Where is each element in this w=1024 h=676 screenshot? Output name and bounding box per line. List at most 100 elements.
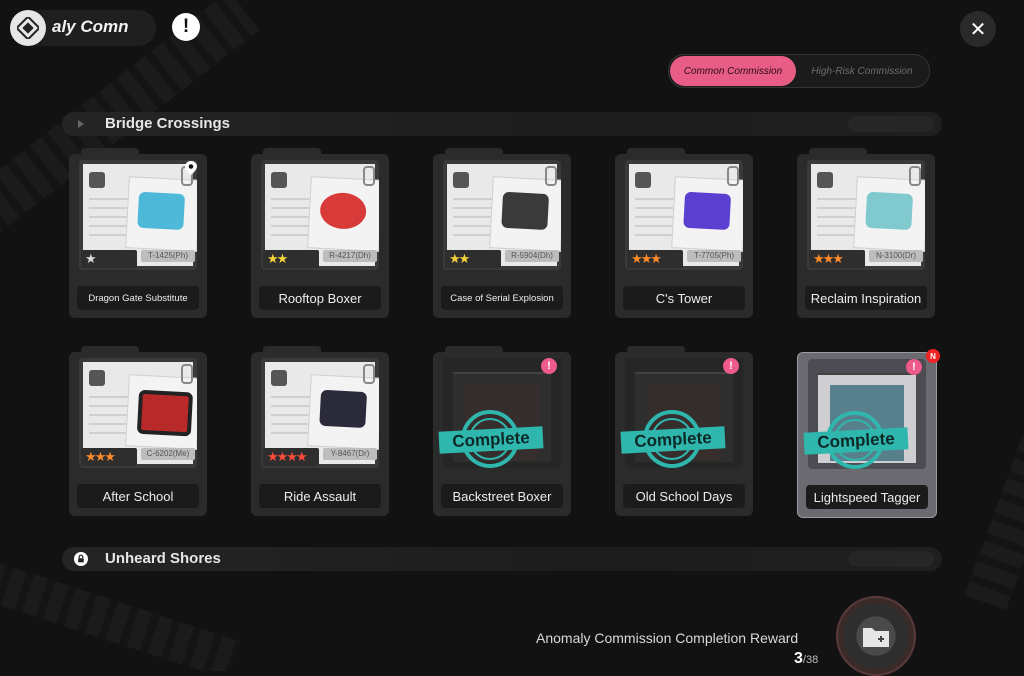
difficulty-stars: ★★★	[81, 448, 137, 466]
text-lines	[817, 198, 857, 238]
photo-subject	[319, 191, 368, 231]
emblem-icon	[271, 370, 287, 386]
folder: Y-8467(Dr) ★★★★	[261, 358, 379, 468]
emblem-icon	[635, 172, 651, 188]
card-title: Reclaim Inspiration	[805, 286, 927, 310]
photo-subject	[501, 191, 550, 231]
complete-stamp-text: Complete	[438, 426, 544, 454]
commission-card-complete[interactable]: Complete ! N Lightspeed Tagger	[797, 349, 940, 518]
film-strip-decoration	[964, 294, 1024, 610]
complete-stamp: Complete	[620, 410, 726, 478]
emblem-icon	[817, 172, 833, 188]
reward-label: Anomaly Commission Completion Reward	[536, 630, 799, 646]
case-code: C-6202(Me)	[141, 448, 195, 460]
folder-tab	[809, 148, 867, 158]
case-photo	[853, 176, 925, 252]
location-pin-icon	[183, 160, 199, 176]
case-photo	[307, 374, 379, 450]
alert-badge-icon: !	[906, 359, 922, 375]
commission-card[interactable]: N-3100(Dr) ★★★ Reclaim Inspiration	[797, 148, 935, 318]
top-bar: aly Comn ! ✕	[0, 0, 1024, 60]
tab-common-commission[interactable]: Common Commission	[670, 56, 796, 86]
difficulty-stars: ★★★★	[263, 448, 319, 466]
commission-card[interactable]: T-7705(Ph) ★★★ C's Tower	[615, 148, 753, 318]
folder-tab	[627, 346, 685, 356]
progress-total: /38	[802, 654, 819, 666]
folder: T-7705(Ph) ★★★	[625, 160, 743, 270]
text-lines	[453, 198, 493, 238]
card-title: After School	[77, 484, 199, 508]
folder-tab	[263, 148, 321, 158]
commission-card[interactable]: T-1425(Ph) ★ Dragon Gate Substitute	[69, 148, 207, 318]
emblem-icon	[89, 172, 105, 188]
paperclip-icon	[181, 364, 193, 384]
folder: T-1425(Ph) ★	[79, 160, 197, 270]
section-header[interactable]: Bridge Crossings	[62, 112, 942, 136]
emblem-icon	[453, 172, 469, 188]
complete-stamp: Complete	[438, 410, 544, 478]
folder-tab	[81, 346, 139, 356]
case-code: R-4217(Dh)	[323, 250, 377, 262]
case-photo	[307, 176, 379, 252]
case-code: T-7705(Ph)	[687, 250, 741, 262]
commission-card[interactable]: Y-8467(Dr) ★★★★ Ride Assault	[251, 346, 389, 516]
close-button[interactable]: ✕	[960, 11, 996, 47]
section-title: Bridge Crossings	[105, 115, 231, 132]
commission-card-complete[interactable]: Complete ! Old School Days	[615, 346, 753, 516]
card-title: Rooftop Boxer	[259, 286, 381, 310]
text-lines	[89, 396, 129, 436]
complete-stamp-text: Complete	[803, 427, 909, 455]
folder-tab	[627, 148, 685, 158]
folder: R-5904(Dh) ★★	[443, 160, 561, 270]
paperclip-icon	[363, 364, 375, 384]
difficulty-stars: ★★★	[809, 250, 865, 268]
case-code: T-1425(Ph)	[141, 250, 195, 262]
difficulty-stars: ★★	[263, 250, 319, 268]
photo-subject	[683, 191, 732, 231]
emblem-icon	[271, 172, 287, 188]
photo-subject	[137, 191, 186, 231]
triangle-right-icon	[74, 117, 88, 131]
photo-subject	[136, 389, 194, 437]
alert-icon[interactable]: !	[172, 13, 200, 41]
commission-card[interactable]: C-6202(Me) ★★★ After School	[69, 346, 207, 516]
section-title: Unheard Shores	[105, 550, 221, 567]
logo-icon	[10, 10, 46, 46]
section-header[interactable]: Unheard Shores	[62, 547, 942, 571]
paperclip-icon	[909, 166, 921, 186]
reward-button[interactable]	[836, 596, 916, 676]
card-title: Backstreet Boxer	[441, 484, 563, 508]
tab-high-risk-commission[interactable]: High-Risk Commission	[799, 56, 925, 86]
difficulty-stars: ★★	[445, 250, 501, 268]
new-badge: N	[926, 349, 940, 363]
page-title: aly Comn	[52, 17, 129, 36]
case-photo	[489, 176, 561, 252]
commission-card[interactable]: R-4217(Dh) ★★ Rooftop Boxer	[251, 148, 389, 318]
text-lines	[271, 396, 311, 436]
alert-badge-icon: !	[541, 358, 557, 374]
section-locations-tag	[848, 551, 934, 567]
card-title: Lightspeed Tagger	[806, 485, 928, 509]
photo-subject	[319, 389, 368, 429]
case-code: R-5904(Dh)	[505, 250, 559, 262]
card-title: Dragon Gate Substitute	[77, 286, 199, 310]
case-photo	[671, 176, 743, 252]
commission-card-complete[interactable]: Complete ! Backstreet Boxer	[433, 346, 571, 516]
section-locations-tag	[848, 116, 934, 132]
progress-done: 3	[794, 650, 803, 667]
text-lines	[89, 198, 129, 238]
folder-plus-icon	[863, 628, 889, 647]
commission-card[interactable]: R-5904(Dh) ★★ Case of Serial Explosion	[433, 148, 571, 318]
case-code: N-3100(Dr)	[869, 250, 923, 262]
folder-tab	[263, 346, 321, 356]
text-lines	[271, 198, 311, 238]
folder-tab	[445, 148, 503, 158]
case-photo	[125, 374, 197, 450]
card-title: Ride Assault	[259, 484, 381, 508]
photo-subject	[865, 191, 914, 231]
paperclip-icon	[727, 166, 739, 186]
text-lines	[635, 198, 675, 238]
folder: C-6202(Me) ★★★	[79, 358, 197, 468]
alert-badge-icon: !	[723, 358, 739, 374]
paperclip-icon	[545, 166, 557, 186]
